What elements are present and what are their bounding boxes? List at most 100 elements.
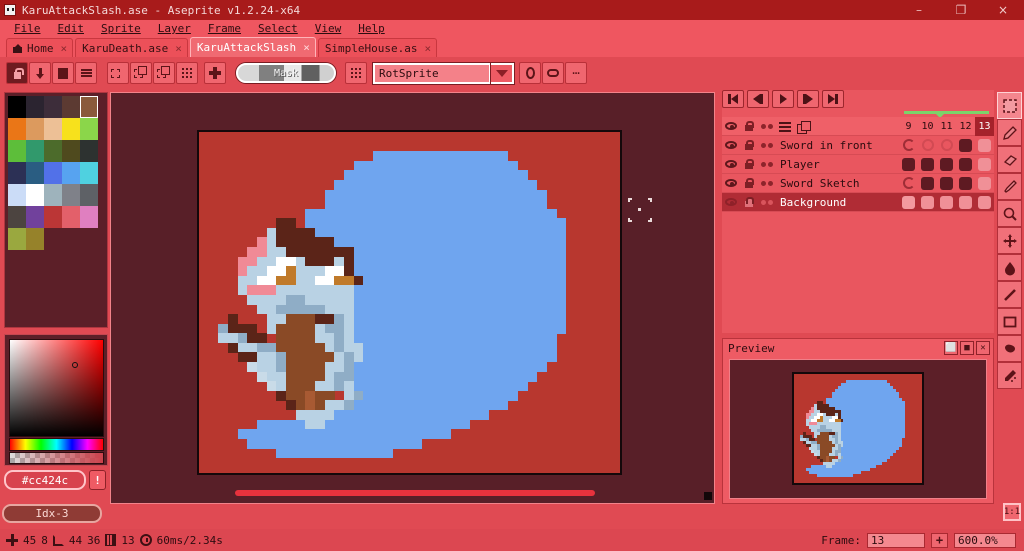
blur-tool[interactable] — [997, 254, 1022, 281]
palette-swatch[interactable] — [8, 140, 26, 162]
go-to-previous-frame-button[interactable] — [747, 90, 769, 108]
eye-icon[interactable] — [722, 136, 740, 155]
palette-swatch[interactable] — [62, 96, 80, 118]
timeline-cel[interactable] — [975, 136, 994, 155]
fit-screen-icon[interactable]: ⬜ — [944, 341, 958, 355]
palette-swatch[interactable] — [8, 206, 26, 228]
tab-simplehouse[interactable]: SimpleHouse.as × — [317, 38, 438, 57]
pixel-perfect-button[interactable] — [345, 62, 367, 84]
intersect-selection-button[interactable] — [176, 62, 198, 84]
timeline-cel[interactable] — [956, 174, 975, 193]
two-dots-icon[interactable] — [758, 174, 776, 193]
timeline-cel[interactable] — [975, 155, 994, 174]
palette-swatch[interactable] — [8, 118, 26, 140]
play-animation-button[interactable] — [772, 90, 794, 108]
pivot-button[interactable] — [519, 62, 541, 84]
timeline-cel[interactable] — [918, 193, 937, 212]
replace-selection-button[interactable] — [107, 62, 129, 84]
timeline-cel[interactable] — [975, 174, 994, 193]
tab-close-icon[interactable]: × — [175, 42, 182, 55]
palette-swatch[interactable] — [62, 206, 80, 228]
saturation-value-field[interactable] — [9, 339, 104, 437]
rotation-algorithm-select[interactable]: RotSprite — [373, 62, 491, 84]
menu-select[interactable]: Select — [250, 21, 307, 36]
rectangle-tool[interactable] — [997, 308, 1022, 335]
timeline-cel[interactable] — [937, 174, 956, 193]
eye-icon[interactable] — [722, 193, 740, 212]
spray-can-tool[interactable] — [997, 362, 1022, 389]
table-row[interactable]: Sword Sketch — [722, 174, 994, 193]
copy-layer-icon[interactable] — [794, 117, 812, 136]
timeline-cel[interactable] — [899, 174, 918, 193]
palette-swatch[interactable] — [44, 206, 62, 228]
palette-swatch[interactable] — [80, 140, 98, 162]
timeline-cel[interactable] — [956, 136, 975, 155]
minimize-button[interactable]: – — [898, 0, 940, 20]
padlock-icon[interactable] — [740, 136, 758, 155]
preview-body[interactable] — [729, 359, 987, 499]
go-to-next-frame-button[interactable] — [797, 90, 819, 108]
go-to-first-frame-button[interactable] — [722, 90, 744, 108]
palette-swatch[interactable] — [8, 228, 26, 250]
menu-file[interactable]: File — [6, 21, 50, 36]
add-frame-button[interactable]: + — [931, 532, 948, 548]
paint-bucket-tool[interactable] — [997, 335, 1022, 362]
move-tool[interactable] — [997, 227, 1022, 254]
timeline-cel[interactable] — [956, 155, 975, 174]
menu-view[interactable]: View — [307, 21, 351, 36]
fill-selection-button[interactable] — [52, 62, 74, 84]
frame-number[interactable]: 10 — [918, 117, 937, 136]
palette-swatch[interactable] — [44, 184, 62, 206]
magic-wand-refine-button[interactable] — [204, 62, 226, 84]
table-row[interactable]: Player — [722, 155, 994, 174]
hue-slider[interactable] — [9, 438, 104, 451]
eraser-tool[interactable] — [997, 146, 1022, 173]
tab-karuattackslash[interactable]: KaruAttackSlash × — [189, 37, 316, 57]
palette-swatch[interactable] — [80, 184, 98, 206]
padlock-icon[interactable] — [740, 174, 758, 193]
palette-swatch[interactable] — [44, 96, 62, 118]
palette-index-button[interactable]: Idx-3 — [2, 504, 102, 523]
tab-karudeath[interactable]: KaruDeath.ase × — [75, 38, 188, 57]
frame-input[interactable]: 13 — [867, 532, 925, 548]
palette-swatch[interactable] — [44, 140, 62, 162]
tab-close-icon[interactable]: × — [61, 42, 68, 55]
timeline-cel[interactable] — [937, 155, 956, 174]
frame-number[interactable]: 9 — [899, 117, 918, 136]
frame-number[interactable]: 11 — [937, 117, 956, 136]
palette-swatch[interactable] — [62, 118, 80, 140]
two-dots-icon[interactable] — [758, 136, 776, 155]
menu-edit[interactable]: Edit — [50, 21, 94, 36]
eyedropper-tool[interactable] — [997, 173, 1022, 200]
tab-close-icon[interactable]: × — [303, 41, 310, 54]
palette-swatch[interactable] — [8, 184, 26, 206]
tab-home[interactable]: Home × — [6, 38, 74, 57]
timeline-cel[interactable] — [918, 174, 937, 193]
line-tool[interactable] — [997, 281, 1022, 308]
sprite-canvas[interactable] — [197, 130, 622, 475]
chevron-down-icon[interactable] — [491, 62, 514, 84]
pencil-tool[interactable] — [997, 119, 1022, 146]
table-row[interactable]: Sword in front — [722, 136, 994, 155]
palette-swatch[interactable] — [62, 140, 80, 162]
palette-swatch[interactable] — [26, 228, 44, 250]
eye-icon[interactable] — [722, 117, 740, 136]
two-dots-icon[interactable] — [758, 193, 776, 212]
palette-swatch[interactable] — [8, 162, 26, 184]
padlock-icon[interactable] — [740, 117, 758, 136]
palette-swatch[interactable] — [80, 162, 98, 184]
zoom-level-field[interactable]: 600.0% — [954, 532, 1016, 548]
timeline-cel[interactable] — [937, 136, 956, 155]
palette-swatch[interactable] — [26, 140, 44, 162]
palette-swatch[interactable] — [62, 184, 80, 206]
sprite-editor[interactable] — [110, 92, 715, 504]
palette-swatch[interactable] — [44, 162, 62, 184]
maximize-icon[interactable]: ■ — [960, 341, 974, 355]
frame-number-current[interactable]: 13 — [975, 116, 994, 136]
padlock-icon[interactable] — [740, 155, 758, 174]
palette-swatch[interactable] — [26, 184, 44, 206]
timeline-cel[interactable] — [975, 193, 994, 212]
menu-sprite[interactable]: Sprite — [93, 21, 150, 36]
timeline-cel[interactable] — [918, 136, 937, 155]
sliders-icon[interactable] — [776, 117, 794, 136]
